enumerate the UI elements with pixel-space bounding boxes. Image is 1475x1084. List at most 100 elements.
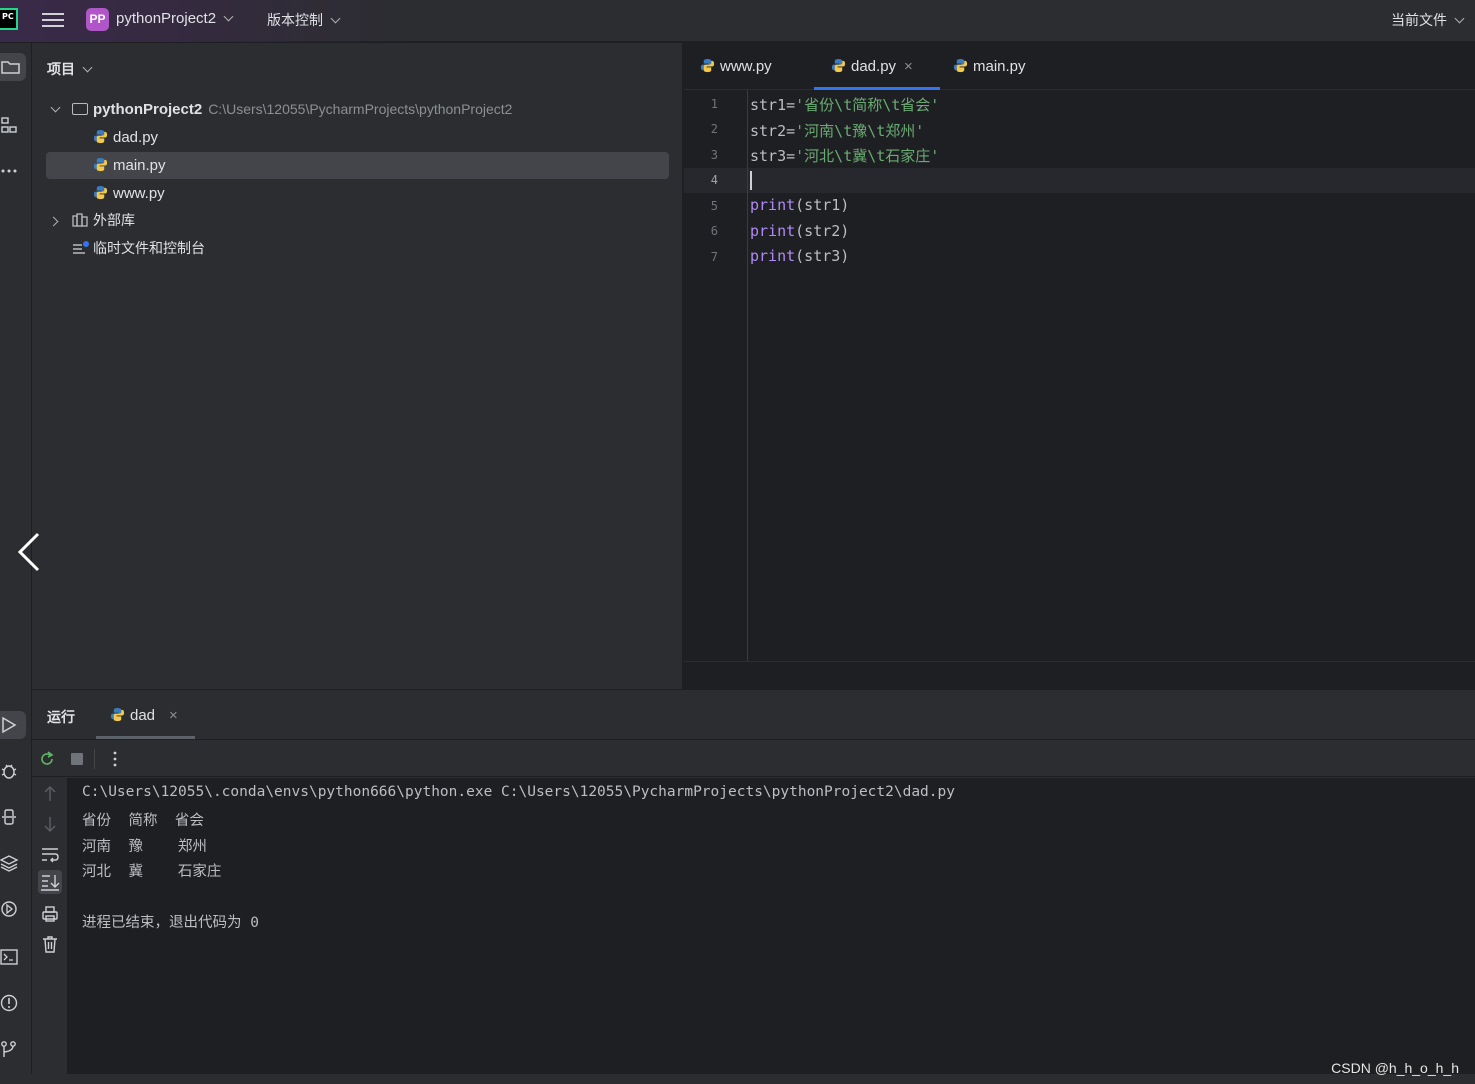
tree-external-libraries[interactable]: 外部库 [46,208,669,235]
console-command-line: C:\Users\12055\.conda\envs\python666\pyt… [82,784,955,800]
python-packages-tool-button[interactable] [0,849,26,877]
run-config-selector[interactable]: 当前文件 [1391,10,1465,30]
python-file-icon [700,58,715,73]
text-caret [750,171,752,190]
folder-icon [72,103,88,115]
services-icon [1,901,17,917]
arrow-down-icon[interactable] [40,814,60,834]
expand-arrow-icon[interactable] [50,102,61,113]
more-vertical-icon[interactable] [106,750,124,768]
tab-label: www.py [720,58,772,75]
line-number: 5 [710,199,718,213]
expand-arrow-icon[interactable] [48,216,59,227]
code-line-5[interactable]: print(str1) [750,196,849,214]
stop-icon[interactable] [68,750,86,768]
file-name: main.py [113,157,166,174]
code-line-1[interactable]: str1='省份\t简称\t省会' [750,94,939,115]
code-line-3[interactable]: str3='河北\t冀\t石家庄' [750,145,939,166]
structure-icon [1,117,17,133]
tree-file-dad[interactable]: dad.py [46,124,669,151]
run-tab-label: dad [130,707,156,724]
line-number: 6 [710,224,718,238]
python-file-icon [93,157,108,172]
close-icon[interactable]: × [904,58,913,75]
project-selector[interactable]: pythonProject2 [116,10,234,27]
bug-icon [1,764,17,779]
tab-label: dad.py [851,58,897,75]
pycharm-logo-icon[interactable]: PC [0,8,18,30]
vcs-menu[interactable]: 版本控制 [267,10,341,30]
external-libraries-label: 外部库 [93,213,135,229]
root-folder-name: pythonProject2 [93,101,203,118]
project-panel: 项目 pythonProject2 C:\Users\12055\PycharmP… [32,43,683,689]
close-icon[interactable]: × [169,707,178,724]
run-icon [2,716,17,734]
soft-wrap-icon[interactable] [40,844,60,864]
run-tool-button[interactable] [0,711,26,739]
chevron-down-icon [1454,13,1465,24]
main-menu-icon[interactable] [42,10,64,30]
terminal-tool-button[interactable] [0,943,26,971]
tree-file-main[interactable]: main.py [46,152,669,179]
rerun-icon[interactable] [38,750,56,768]
tab-www[interactable]: www.py [700,56,772,78]
arrow-up-icon[interactable] [40,784,60,804]
console-output-line: 河南 豫 郑州 [82,839,207,855]
more-dots-icon [1,169,17,173]
project-badge[interactable]: PP [86,8,109,31]
git-tool-button[interactable] [0,1035,26,1063]
structure-tool-button[interactable] [0,111,26,139]
run-panel-title: 运行 [47,710,75,726]
run-tab-dad[interactable]: dad × [110,705,178,724]
chevron-down-icon [223,11,234,22]
services-tool-button[interactable] [0,895,26,923]
tree-file-www[interactable]: www.py [46,180,669,207]
chevron-left-icon[interactable] [16,532,42,572]
debug-tool-button[interactable] [0,757,26,785]
current-line-highlight [684,168,1475,193]
scratches-icon [73,241,89,254]
scroll-to-end-button[interactable] [38,870,62,894]
tree-scratches[interactable]: 临时文件和控制台 [46,236,669,263]
line-number: 2 [710,122,718,136]
git-branch-icon [1,1041,16,1057]
python-file-icon [93,129,108,144]
console-side-toolbar [32,778,68,1084]
line-number: 3 [710,148,718,162]
chevron-down-icon [330,13,341,24]
library-icon [72,213,88,227]
python-file-icon [831,58,846,73]
project-panel-title: 项目 [47,62,75,78]
warning-circle-icon [0,994,18,1012]
project-panel-header[interactable]: 项目 [47,59,93,79]
project-tool-button[interactable] [0,53,26,81]
chevron-down-icon [82,62,93,73]
tab-dad[interactable]: dad.py × [831,56,913,78]
status-bar [0,1074,1475,1084]
problems-tool-button[interactable] [0,989,26,1017]
code-line-7[interactable]: print(str3) [750,247,849,265]
print-icon[interactable] [40,904,60,924]
scratches-label: 临时文件和控制台 [93,241,205,257]
console-exit-line: 进程已结束，退出代码为 0 [82,915,259,931]
code-line-6[interactable]: print(str2) [750,222,849,240]
code-line-2[interactable]: str2='河南\t豫\t郑州' [750,120,924,141]
run-config-label: 当前文件 [1391,13,1447,29]
console-output-line: 河北 冀 石家庄 [82,864,222,880]
tab-main[interactable]: main.py [953,56,1026,78]
python-file-icon [110,707,125,722]
tab-label: main.py [973,58,1026,75]
file-name: dad.py [113,129,159,146]
console-output[interactable]: C:\Users\12055\.conda\envs\python666\pyt… [68,778,1475,1074]
line-number: 7 [710,250,718,264]
toolbar-divider [94,749,95,769]
tree-root-folder[interactable]: pythonProject2 C:\Users\12055\PycharmProj… [46,96,669,123]
more-tools-button[interactable] [0,157,26,185]
trash-icon[interactable] [40,934,60,954]
watermark: CSDN @h_h_o_h_h [1331,1060,1459,1076]
scroll-to-end-icon [41,875,60,891]
python-file-icon [953,58,968,73]
run-panel: 运行 dad × C:\Users\12055\.conda\envs\pytho… [32,689,1475,1084]
python-console-tool-button[interactable] [0,803,26,831]
active-tab-indicator [814,87,940,90]
